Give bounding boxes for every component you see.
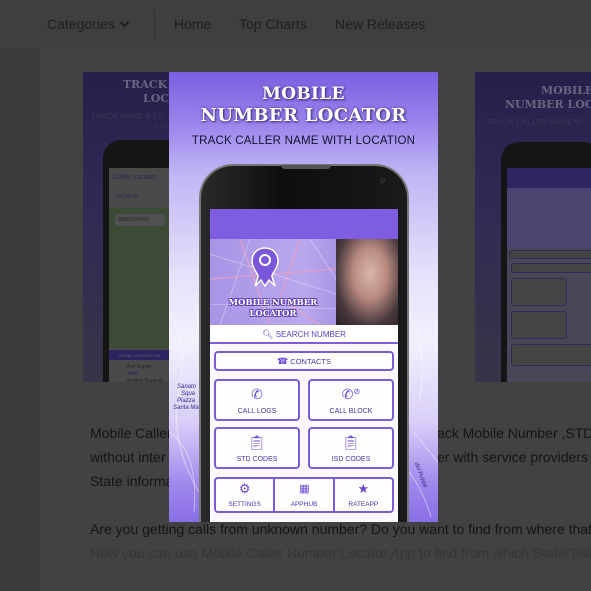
- std-codes-label: STD CODES: [236, 456, 278, 463]
- shot1-title-2: LOC: [143, 92, 169, 105]
- nav-top-charts[interactable]: Top Charts: [239, 16, 307, 32]
- shot1-tab: LOCATOR: [115, 194, 139, 200]
- nav-home[interactable]: Home: [174, 16, 211, 32]
- std-codes-button[interactable]: 📋︎ STD CODES: [214, 427, 300, 469]
- desc-para3: Now you can use Mobile Caller Number Loc…: [90, 545, 591, 561]
- lightbox-title-line2: NUMBER LOCATOR: [200, 105, 407, 126]
- call-logs-label: CALL LOGS: [237, 408, 277, 415]
- shot3-phone: [501, 142, 591, 382]
- shot3-contacts: [511, 263, 591, 273]
- phone-speaker: [281, 165, 331, 169]
- shot3-std-codes: [511, 311, 567, 339]
- shot3-screen: [507, 168, 591, 382]
- search-icon: 🔍︎: [262, 329, 274, 339]
- map-label-3: Piazza: [177, 398, 196, 404]
- shot1-phone: Caller Locator LOCATOR 99652XXXXX SHOW L…: [103, 140, 169, 382]
- contacts-label: CONTACTS: [290, 357, 331, 366]
- shot1-result-name: Anil Kumar: [127, 364, 152, 370]
- contacts-button[interactable]: ☎ CONTACTS: [214, 351, 394, 371]
- shot1-show-location: SHOW LOCATION ON: [109, 350, 169, 360]
- shot1-app-title: Caller Locator: [113, 174, 157, 181]
- telephone-icon: ☎: [276, 356, 289, 366]
- banner-woman-photo: [336, 239, 398, 325]
- gear-icon: ⚙: [238, 481, 251, 496]
- shot3-call-logs: [511, 278, 567, 306]
- shot3-title-1: MOBILE: [541, 84, 591, 97]
- apphub-button[interactable]: ▦ APPHUB: [275, 479, 335, 511]
- desc-line2-right: er with service providers: [437, 449, 588, 465]
- settings-label: SETTINGS: [228, 501, 261, 508]
- desc-line1-left: Mobile Caller: [90, 425, 172, 441]
- lightbox-image[interactable]: MOBILE NUMBER LOCATOR TRACK CALLER NAME …: [169, 72, 438, 522]
- nav-divider: [154, 10, 155, 40]
- rateapp-label: RATEAPP: [348, 501, 379, 508]
- shot1-number-field: 99652XXXXX: [115, 214, 165, 226]
- nav-new-releases[interactable]: New Releases: [335, 16, 425, 32]
- app-banner: MOBILE NUMBER LOCATOR: [210, 239, 398, 325]
- call-block-button[interactable]: ✆⊘ CALL BLOCK: [308, 379, 394, 421]
- categories-dropdown[interactable]: Categories: [47, 16, 130, 32]
- isd-codes-label: ISD CODES: [331, 456, 371, 463]
- top-nav-bar: Categories Home Top Charts New Releases: [0, 0, 591, 49]
- shot1-map: 99652XXXXX: [109, 208, 169, 348]
- banner-title-line1: MOBILE NUMBER: [228, 298, 318, 308]
- clipboard-icon: 📋︎: [248, 434, 266, 450]
- shot3-search: [509, 250, 591, 259]
- shot3-subtitle: TRACK CALLER NAME W: [487, 118, 583, 127]
- shot3-title-2: NUMBER LOC: [505, 98, 591, 111]
- call-logs-button[interactable]: ✆ CALL LOGS: [214, 379, 300, 421]
- call-block-label: CALL BLOCK: [329, 408, 373, 415]
- screenshot-thumbnail-1[interactable]: TRACK LOC TRACK NAME & LO ON Caller Loca…: [83, 72, 169, 382]
- star-icon: ★: [357, 481, 370, 496]
- shot1-subtitle-2: ON: [155, 122, 167, 131]
- phone-camera: [380, 178, 385, 183]
- location-pin-icon: [251, 247, 279, 287]
- app-bar: [210, 209, 398, 239]
- grid-icon: ▦: [299, 483, 309, 495]
- desc-para2: Are you getting calls from unknown numbe…: [90, 521, 591, 537]
- phone-mockup: MOBILE NUMBER LOCATOR 🔍︎ SEARCH NUMBER ☎…: [199, 164, 409, 522]
- phone-log-icon: ✆: [251, 386, 263, 402]
- apphub-label: APPHUB: [290, 501, 318, 508]
- map-label-1: Sanato: [177, 384, 197, 390]
- desc-line1-right: ack Mobile Number ,STD: [437, 425, 591, 441]
- map-label-2: Squa: [181, 391, 196, 397]
- desc-line2-left: without inter: [90, 449, 166, 465]
- search-number-button[interactable]: 🔍︎ SEARCH NUMBER: [210, 325, 398, 344]
- clipboard-icon: 📋︎: [342, 434, 360, 450]
- chevron-down-icon: [119, 17, 130, 28]
- lightbox-subtitle: TRACK CALLER NAME WITH LOCATION: [191, 135, 416, 147]
- lightbox-title-line1: MOBILE: [262, 84, 345, 104]
- shot1-screen: Caller Locator LOCATOR 99652XXXXX SHOW L…: [109, 168, 169, 382]
- banner-title-line2: LOCATOR: [249, 309, 297, 319]
- left-gutter: [0, 49, 40, 591]
- shot1-result-state: Andhra Pradesh: [127, 378, 164, 382]
- search-number-label: SEARCH NUMBER: [275, 330, 346, 339]
- shot1-title-1: TRACK: [123, 78, 168, 91]
- shot1-subtitle: TRACK NAME & LO: [91, 112, 164, 121]
- shot3-bottom-row: [511, 344, 591, 366]
- bottom-button-row: ⚙ SETTINGS ▦ APPHUB ★ RATEAPP: [214, 477, 394, 513]
- screenshot-thumbnail-3[interactable]: MOBILE NUMBER LOC TRACK CALLER NAME W: [475, 72, 591, 382]
- desc-line3-left: State informa: [90, 473, 174, 489]
- phone-block-icon: ✆⊘: [341, 386, 361, 402]
- shot3-banner: [507, 188, 591, 248]
- categories-label: Categories: [47, 16, 115, 32]
- shot1-result-op: Airtel: [127, 371, 139, 377]
- settings-button[interactable]: ⚙ SETTINGS: [216, 479, 276, 511]
- shot3-appbar: [507, 168, 591, 188]
- phone-screen: MOBILE NUMBER LOCATOR 🔍︎ SEARCH NUMBER ☎…: [210, 209, 398, 522]
- isd-codes-button[interactable]: 📋︎ ISD CODES: [308, 427, 394, 469]
- rateapp-button[interactable]: ★ RATEAPP: [335, 479, 392, 511]
- map-label-4: Santa Ma: [173, 405, 199, 411]
